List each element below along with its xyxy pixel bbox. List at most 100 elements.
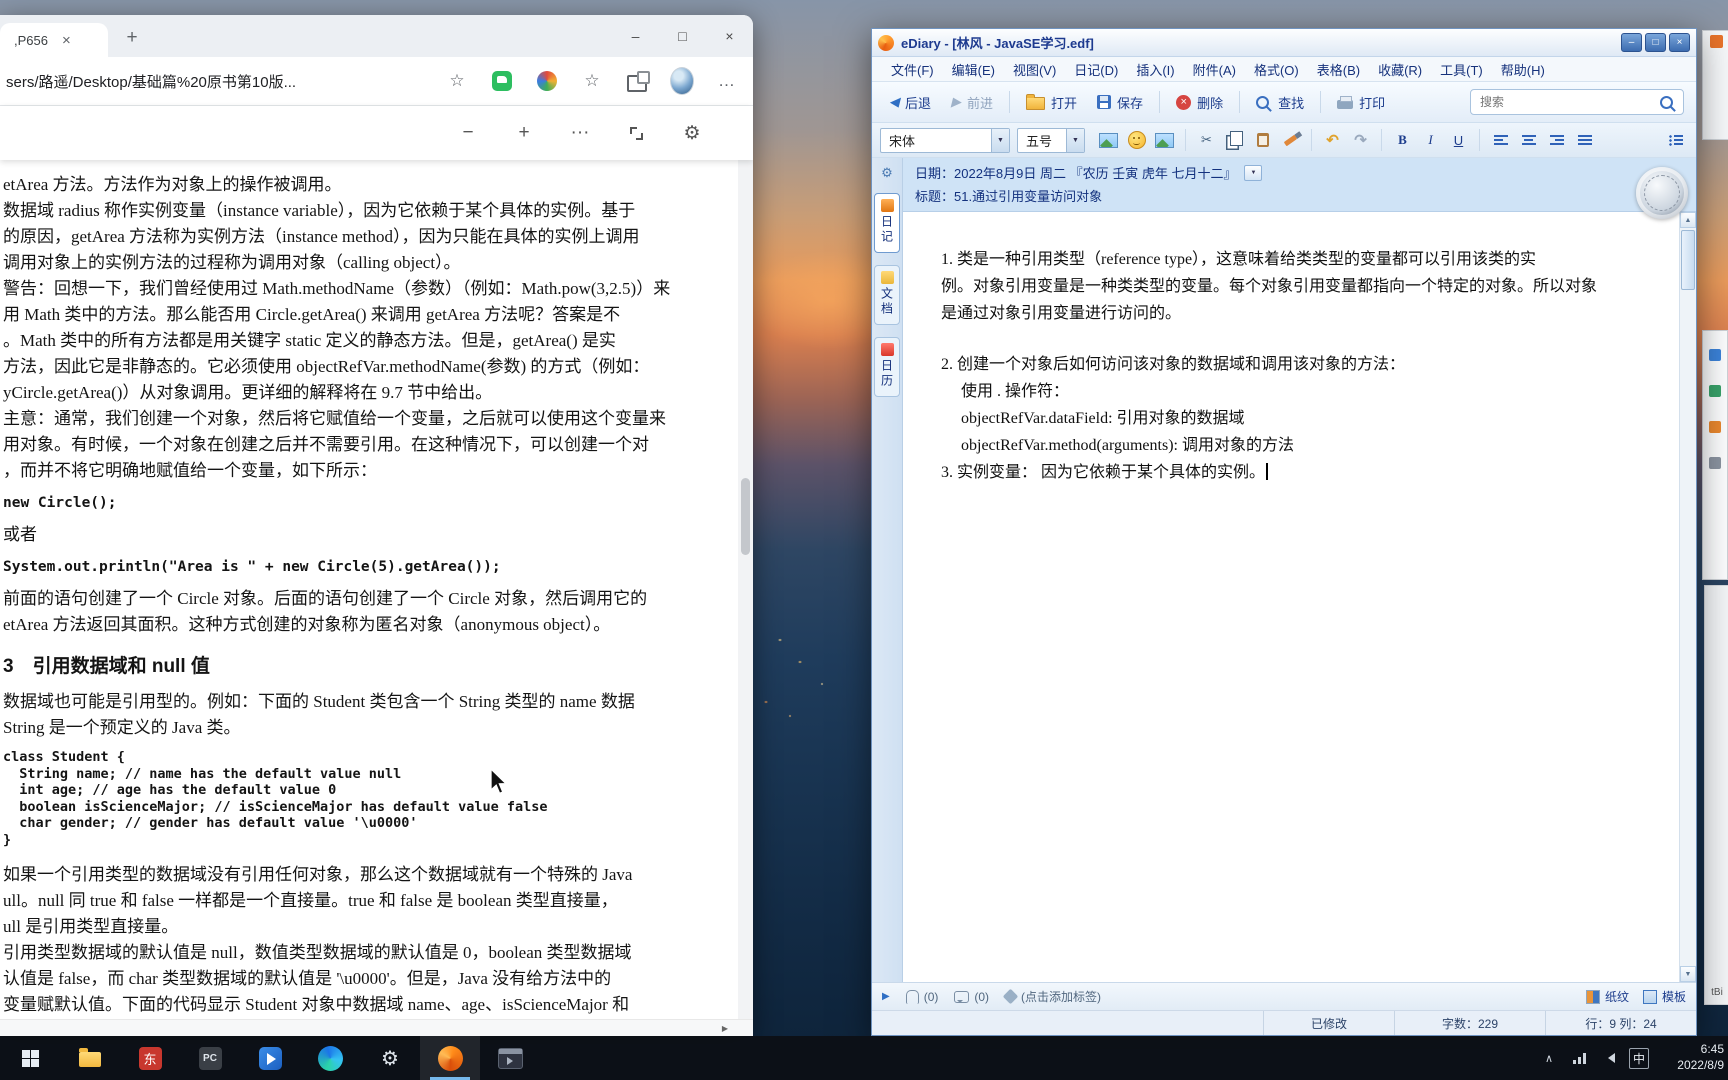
chevron-down-icon[interactable]: ▼ (1066, 128, 1084, 152)
pdf-zoom-out-button[interactable]: − (453, 117, 483, 149)
menu-item-4[interactable]: 日记(D) (1065, 58, 1127, 81)
editor-vertical-scrollbar[interactable]: ▲ ▼ (1679, 212, 1696, 982)
ediary-search-input[interactable] (1478, 94, 1660, 110)
insert-emoticon-button[interactable] (1124, 128, 1149, 153)
redo-button[interactable]: ↷ (1348, 128, 1373, 153)
menu-item-6[interactable]: 附件(A) (1184, 58, 1245, 81)
menu-item-5[interactable]: 插入(I) (1127, 58, 1183, 81)
browser-maximize-button[interactable]: □ (659, 15, 706, 57)
tags-field[interactable]: (点击添加标签) (1002, 988, 1101, 1005)
print-button[interactable]: 打印 (1328, 88, 1394, 117)
sidebar-tab-documents[interactable]: 文档 (874, 265, 900, 325)
chevron-down-icon[interactable]: ▼ (991, 128, 1009, 152)
pdf-zoom-in-button[interactable]: + (509, 117, 539, 149)
ediary-editor[interactable]: 1. 类是一种引用类型（reference type），这意味着给类类型的变量都… (903, 212, 1680, 982)
format-painter-button[interactable] (1278, 128, 1303, 153)
date-dropdown-icon[interactable]: ▼ (1244, 164, 1263, 181)
align-right-button[interactable] (1544, 128, 1569, 153)
ediary-close-button[interactable]: × (1669, 33, 1690, 52)
menu-item-9[interactable]: 收藏(R) (1369, 58, 1431, 81)
editor-scrollbar-thumb[interactable] (1681, 230, 1695, 290)
sidebar-tab-calendar[interactable]: 日历 (874, 337, 900, 397)
taskbar-app-blue[interactable] (240, 1036, 300, 1080)
pdf-more-button[interactable]: ··· (565, 117, 595, 149)
bullet-list-button[interactable] (1663, 128, 1688, 153)
pdf-vertical-scrollbar[interactable] (738, 160, 753, 1019)
ediary-maximize-button[interactable]: □ (1645, 33, 1666, 52)
menu-item-2[interactable]: 编辑(E) (943, 58, 1004, 81)
paste-button[interactable] (1250, 128, 1275, 153)
copy-button[interactable] (1222, 128, 1247, 153)
picture-icon (1155, 132, 1174, 148)
taskbar-file-explorer[interactable] (60, 1036, 120, 1080)
comment-count[interactable]: (0) (954, 990, 989, 1004)
blue-app-icon (258, 1046, 282, 1070)
sidebar-gear-icon[interactable]: ⚙ (881, 165, 893, 181)
address-url[interactable]: sers/路遥/Desktop/基础篇%20原书第10版... (6, 71, 433, 92)
ediary-minimize-button[interactable]: – (1621, 33, 1642, 52)
extension-pinwheel-icon[interactable] (535, 69, 559, 93)
taskbar-settings[interactable]: ⚙ (360, 1036, 420, 1080)
favorites-add-star-icon[interactable]: ☆ (445, 69, 469, 93)
forward-button[interactable]: ▶ 前进 (942, 88, 1002, 117)
menu-item-3[interactable]: 视图(V) (1004, 58, 1065, 81)
tab-close-icon[interactable]: × (62, 33, 71, 48)
taskbar-app-pc[interactable]: PC (180, 1036, 240, 1080)
underline-button[interactable]: U (1446, 128, 1471, 153)
font-family-select[interactable]: 宋体 ▼ (880, 127, 1010, 153)
align-left-button[interactable] (1488, 128, 1513, 153)
template-button[interactable]: 模板 (1642, 988, 1686, 1005)
tray-chevron-up-icon[interactable]: ∧ (1534, 1036, 1564, 1080)
menu-item-1[interactable]: 文件(F) (882, 58, 943, 81)
delete-button[interactable]: 删除 (1167, 88, 1232, 117)
scroll-right-arrow-icon[interactable]: ▶ (717, 1020, 733, 1036)
browser-minimize-button[interactable]: – (612, 15, 659, 57)
taskbar-app-east[interactable]: 东 (120, 1036, 180, 1080)
back-button[interactable]: ◀ 后退 (880, 88, 940, 117)
taskbar-edge[interactable] (300, 1036, 360, 1080)
collections-icon[interactable] (625, 69, 650, 93)
cut-button[interactable]: ✂ (1194, 128, 1219, 153)
favorites-star-icon[interactable]: ☆ (580, 69, 604, 93)
menu-item-11[interactable]: 帮助(H) (1492, 58, 1554, 81)
insert-image-button[interactable] (1096, 128, 1121, 153)
browser-close-button[interactable]: × (706, 15, 753, 57)
undo-button[interactable]: ↶ (1320, 128, 1345, 153)
pdf-horizontal-scrollbar[interactable]: ▶ (0, 1019, 753, 1036)
menu-item-10[interactable]: 工具(T) (1431, 58, 1492, 81)
menu-item-7[interactable]: 格式(O) (1245, 58, 1308, 81)
tray-network-icon[interactable] (1564, 1036, 1594, 1080)
tray-ime-indicator[interactable]: 中 (1624, 1036, 1654, 1080)
scroll-down-arrow-icon[interactable]: ▼ (1680, 966, 1696, 982)
align-center-button[interactable] (1516, 128, 1541, 153)
find-button[interactable]: 查找 (1247, 88, 1313, 117)
attachment-count[interactable]: (0) (905, 989, 938, 1004)
ediary-titlebar[interactable]: eDiary - [林风 - JavaSE学习.edf] – □ × (872, 29, 1696, 57)
evernote-extension-icon[interactable] (490, 69, 514, 93)
align-justify-button[interactable] (1572, 128, 1597, 153)
new-tab-button[interactable]: + (118, 24, 146, 52)
open-button[interactable]: 打开 (1017, 88, 1086, 117)
scroll-up-arrow-icon[interactable]: ▲ (1680, 212, 1696, 228)
taskbar-ediary[interactable] (420, 1036, 480, 1080)
paper-texture-button[interactable]: 纸纹 (1585, 988, 1629, 1005)
bold-button[interactable]: B (1390, 128, 1415, 153)
pdf-scrollbar-thumb[interactable] (741, 477, 750, 556)
font-size-select[interactable]: 五号 ▼ (1017, 127, 1085, 153)
browser-more-menu-icon[interactable]: … (715, 69, 739, 93)
save-button[interactable]: 保存 (1088, 88, 1152, 117)
menu-item-8[interactable]: 表格(B) (1308, 58, 1369, 81)
insert-picture-button[interactable] (1152, 128, 1177, 153)
browser-tab[interactable]: ,P656 × (0, 23, 108, 57)
expand-panel-icon[interactable]: ▶ (882, 991, 890, 1002)
pdf-settings-button[interactable]: ⚙ (677, 117, 707, 149)
taskbar-media-player[interactable] (480, 1036, 540, 1080)
profile-avatar[interactable] (670, 67, 694, 95)
italic-button[interactable]: I (1418, 128, 1443, 153)
sidebar-tab-diary[interactable]: 日记 (874, 193, 900, 253)
pdf-fit-page-button[interactable] (621, 117, 651, 149)
start-button[interactable] (0, 1036, 60, 1080)
taskbar-clock[interactable]: 6:45 2022/8/9 (1654, 1042, 1728, 1073)
pdf-viewport[interactable]: etArea 方法。方法作为对象上的操作被调用。 数据域 radius 称作实例变… (0, 160, 753, 1019)
tray-volume-icon[interactable] (1594, 1036, 1624, 1080)
